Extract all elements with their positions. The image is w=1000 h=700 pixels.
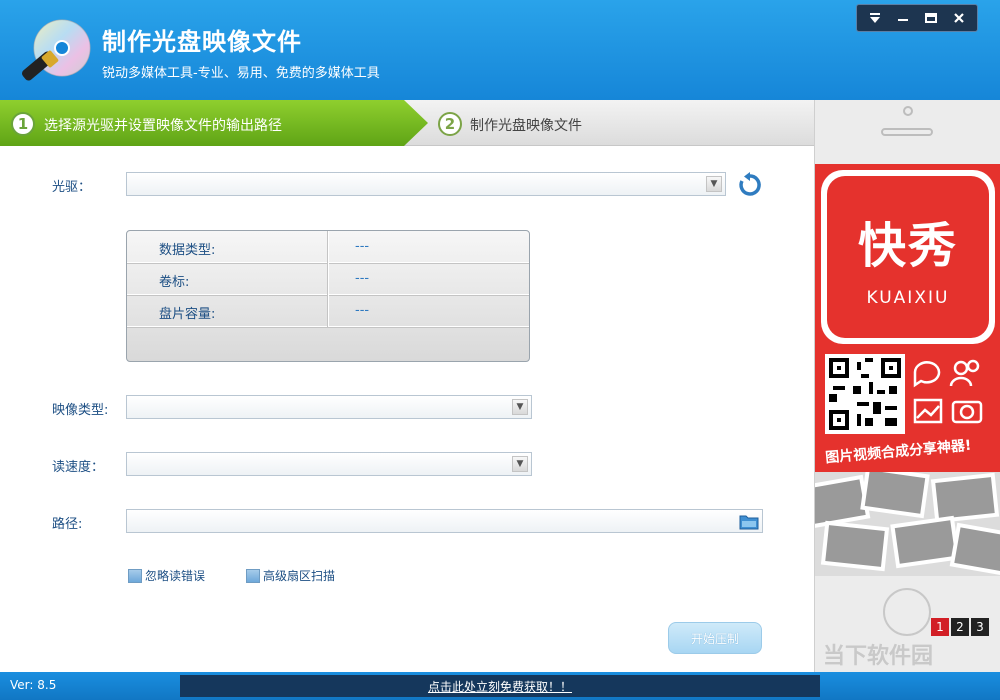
step-2-number: 2 [438,112,462,136]
path-input[interactable] [126,509,763,533]
ignore-errors-checkbox[interactable]: 忽略读错误 [128,567,205,584]
app-title: 制作光盘映像文件 [102,28,302,56]
disc-logo-icon [21,19,91,81]
ad-banner[interactable]: 快秀 KUAIXIU 图片视频合成分享神器! [815,164,1000,576]
step-1-label: 选择源光驱并设置映像文件的输出路径 [44,118,282,134]
info-key: 盘片容量: [159,307,216,322]
step-1-number: 1 [11,112,35,136]
advanced-scan-checkbox[interactable]: 高级扇区扫描 [246,567,335,584]
ad-slogan: 图片视频合成分享神器! [824,437,972,467]
info-separator [327,263,328,295]
info-value: --- [355,303,370,318]
qr-code-icon [825,354,905,434]
path-label: 路径: [52,517,83,532]
app-subtitle: 锐动多媒体工具-专业、易用、免费的多媒体工具 [102,66,380,81]
phone-speaker-icon [881,128,933,136]
image-type-label: 映像类型: [52,403,109,418]
info-separator [327,295,328,327]
triangle-down-icon[interactable] [863,8,887,28]
folder-icon[interactable] [739,513,759,531]
advanced-scan-label: 高级扇区扫描 [263,569,336,583]
step-bar: 1 选择源光驱并设置映像文件的输出路径 2 制作光盘映像文件 [0,100,814,146]
main-panel: 光驱： ▼ 数据类型: --- 卷标: --- 盘片容量: --- 映像类型: … [0,146,814,672]
pager-page-3[interactable]: 3 [971,618,989,636]
info-row-volume-label: 卷标: --- [127,263,529,295]
info-key: 卷标: [159,275,190,290]
brand-name-cn: 快秀 [857,218,958,274]
watermark: 当下软件园 [823,644,934,669]
phone-home-button-icon [883,588,931,636]
image-type-select[interactable]: ▼ [126,395,532,419]
checkbox-box[interactable] [128,568,142,583]
drive-label: 光驱： [52,180,92,195]
maximize-icon[interactable] [919,8,943,28]
chevron-down-icon[interactable]: ▼ [512,456,528,472]
ad-pager: 1 2 3 [931,618,989,636]
info-key: 数据类型: [159,243,216,258]
info-row-data-type: 数据类型: --- [127,231,529,263]
info-separator [327,231,328,263]
status-bar: Ver: 8.5 点击此处立刻免费获取！！ [0,672,1000,700]
share-icons [913,359,983,424]
ignore-errors-label: 忽略读错误 [145,569,206,583]
app-tile: 快秀 KUAIXIU [821,170,995,344]
close-icon[interactable] [947,8,971,28]
start-button[interactable]: 开始压制 [668,622,762,654]
refresh-icon[interactable] [737,172,763,198]
promo-banner[interactable]: 点击此处立刻免费获取！！ [180,675,820,697]
pager-page-1[interactable]: 1 [931,618,949,636]
version-label: Ver: 8.5 [10,678,57,692]
title-bar: 制作光盘映像文件 锐动多媒体工具-专业、易用、免费的多媒体工具 [0,0,1000,100]
info-value: --- [355,239,370,254]
info-value: --- [355,271,370,286]
promo-link[interactable]: 点击此处立刻免费获取！！ [428,678,572,695]
read-speed-select[interactable]: ▼ [126,452,532,476]
app-tile-inner: 快秀 KUAIXIU [827,176,989,338]
brand-name-en: KUAIXIU [866,288,950,308]
minimize-icon[interactable] [891,8,915,28]
window-controls [856,4,978,32]
chevron-down-icon[interactable]: ▼ [706,176,722,192]
step-1: 1 选择源光驱并设置映像文件的输出路径 [0,100,428,146]
phone-camera-icon [903,106,913,116]
chevron-down-icon[interactable]: ▼ [512,399,528,415]
info-row-capacity: 盘片容量: --- [127,295,529,327]
disc-info-panel: 数据类型: --- 卷标: --- 盘片容量: --- [126,230,530,362]
checkbox-box[interactable] [246,568,260,583]
photo-stack-icon [815,472,1000,576]
pager-page-2[interactable]: 2 [951,618,969,636]
drive-select[interactable]: ▼ [126,172,726,196]
read-speed-label: 读速度： [52,460,105,475]
ad-panel[interactable]: 快秀 KUAIXIU 图片视频合成分享神器! 1 2 3 当下软件园 [814,100,1000,672]
step-2-label: 制作光盘映像文件 [470,118,582,134]
